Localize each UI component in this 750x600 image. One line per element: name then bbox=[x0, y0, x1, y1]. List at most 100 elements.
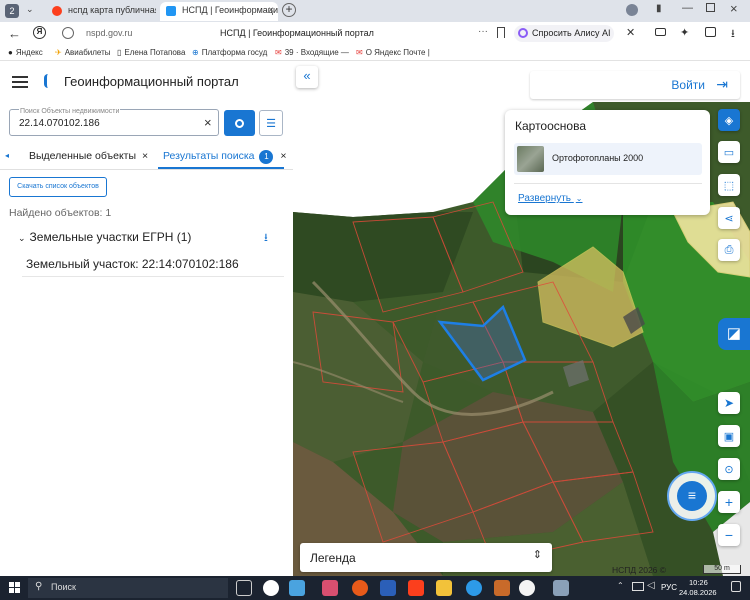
extensions-icon[interactable] bbox=[655, 28, 666, 36]
zoom-in-button[interactable]: + bbox=[718, 491, 740, 513]
bookmark-aviabilety[interactable]: ✈ Авиабилеты bbox=[55, 48, 111, 57]
app-c-icon[interactable] bbox=[263, 580, 279, 596]
assistant-icon: ◪ bbox=[726, 325, 742, 342]
bookmark-inbox[interactable]: ✉ 39 · Входящие — bbox=[275, 48, 349, 57]
clear-search-icon[interactable]: × bbox=[204, 115, 212, 130]
print-button[interactable]: ⎙ bbox=[718, 239, 740, 261]
profile-icon[interactable] bbox=[626, 4, 638, 16]
bookmark-elena[interactable]: ▯ Елена Потапова bbox=[117, 48, 185, 57]
nspd-favicon-icon bbox=[166, 6, 176, 16]
download-list-button[interactable]: Скачать список объектов bbox=[9, 177, 107, 197]
yandex-mail-icon: ✉ bbox=[356, 48, 363, 57]
login-button[interactable]: Войти ⇥ bbox=[530, 71, 740, 99]
expand-label: Развернуть bbox=[518, 193, 572, 204]
tab-count-badge[interactable]: 2 bbox=[5, 4, 19, 18]
save-icon[interactable] bbox=[705, 27, 716, 37]
assistant-tab-button[interactable]: ◪ bbox=[718, 318, 750, 350]
tab-nspd-portal[interactable]: НСПД | Геоинформацио × bbox=[160, 2, 278, 21]
select-area-icon: ⬚ bbox=[723, 179, 735, 192]
volume-icon[interactable]: ◁ bbox=[647, 580, 655, 591]
maximize-icon[interactable] bbox=[706, 3, 715, 12]
share-button[interactable]: ⋖ bbox=[718, 207, 740, 229]
zoom-out-button[interactable]: − bbox=[718, 524, 740, 546]
puzzle-icon[interactable]: ✦ bbox=[680, 26, 689, 39]
pin-button[interactable]: ⊙ bbox=[718, 458, 740, 480]
ruler-button[interactable]: ▭ bbox=[718, 141, 740, 163]
bookmark-label: Платформа госуд bbox=[201, 48, 268, 57]
taskbar-search[interactable]: ⚲ Поиск bbox=[28, 578, 228, 598]
layers-select-button[interactable]: ◈ bbox=[718, 109, 740, 131]
more-dots-icon[interactable]: ··· bbox=[478, 26, 488, 37]
bookmark-platforma[interactable]: ⊕ Платформа госуд bbox=[192, 48, 267, 57]
close-tab-icon[interactable]: × bbox=[142, 150, 148, 162]
map-view[interactable]: « Войти ⇥ Картооснова Ортофотопланы 2000… bbox=[293, 62, 750, 576]
bookmark-label: Яндекс bbox=[15, 48, 43, 57]
minimize-icon[interactable]: — bbox=[682, 2, 693, 14]
search-input[interactable]: 22.14.070102.186 bbox=[19, 118, 100, 129]
close-tab-icon[interactable]: × bbox=[280, 150, 286, 162]
bookmarks-bar: ● Яндекс ✈ Авиабилеты ▯ Елена Потапова ⊕ Пла… bbox=[0, 46, 750, 61]
select-area-button[interactable]: ⬚ bbox=[718, 174, 740, 196]
word-icon[interactable] bbox=[380, 580, 396, 596]
media-player-icon[interactable] bbox=[352, 580, 368, 596]
chevron-down-icon: ⌄ bbox=[18, 233, 26, 243]
close-tab-icon[interactable]: × bbox=[268, 5, 274, 16]
clock-time[interactable]: 10:26 bbox=[689, 578, 708, 587]
start-icon[interactable] bbox=[9, 582, 20, 593]
language-indicator[interactable]: РУС bbox=[661, 583, 677, 592]
app-palette-icon[interactable] bbox=[322, 580, 338, 596]
app-paint-icon[interactable] bbox=[494, 580, 510, 596]
close-window-icon[interactable]: × bbox=[730, 1, 738, 16]
expand-arrows-icon: ⇕ bbox=[532, 549, 542, 561]
map-attribution: НСПД 2026 © bbox=[612, 565, 667, 575]
address-text[interactable]: nspd.gov.ru bbox=[86, 28, 132, 38]
menu-icon[interactable] bbox=[12, 76, 28, 88]
network-icon[interactable] bbox=[632, 582, 644, 591]
group-download-icon[interactable]: ⭳ bbox=[264, 229, 268, 248]
tray-arrow-icon[interactable]: ⌃ bbox=[617, 581, 624, 590]
app-grid-icon[interactable] bbox=[289, 580, 305, 596]
locate-button[interactable]: ➤ bbox=[718, 392, 740, 414]
tab-search-results[interactable]: Результаты поиска 1 × bbox=[163, 150, 287, 164]
back-arrow-icon[interactable]: ← bbox=[8, 26, 21, 41]
bookmark-flag-icon[interactable]: ▮ bbox=[656, 3, 662, 14]
file-explorer-icon[interactable] bbox=[436, 580, 452, 596]
result-item[interactable]: Земельный участок: 22:14:070102:186 bbox=[22, 251, 284, 277]
zoom-out-icon: − bbox=[724, 527, 734, 543]
tools-icon[interactable]: ✕ bbox=[626, 26, 635, 39]
expand-link[interactable]: Развернуть ⌄ bbox=[518, 193, 583, 204]
yandex-logo-icon[interactable]: Я bbox=[33, 26, 46, 39]
task-view-icon[interactable] bbox=[236, 580, 252, 596]
alice-button[interactable]: Спросить Алису AI bbox=[514, 25, 614, 42]
filter-button[interactable]: ☰ bbox=[259, 110, 283, 136]
yandex-app-icon[interactable] bbox=[408, 580, 424, 596]
group-header[interactable]: ⌄ Земельные участки ЕГРН (1) bbox=[18, 230, 191, 244]
bookmark-yandex[interactable]: ● Яндекс bbox=[8, 48, 43, 57]
new-tab-button[interactable]: + bbox=[282, 3, 296, 17]
tab-selected-objects[interactable]: Выделенные объекты × bbox=[29, 150, 148, 162]
locate-arrow-icon: ➤ bbox=[723, 396, 735, 410]
notifications-icon[interactable] bbox=[731, 581, 741, 592]
tabs-dropdown-icon[interactable]: ⌄ bbox=[26, 4, 38, 18]
collapse-panel-button[interactable]: « bbox=[296, 66, 318, 88]
search-button[interactable] bbox=[224, 110, 255, 136]
taskbar-search-label: Поиск bbox=[51, 582, 76, 592]
bookmark-yandex-mail[interactable]: ✉ О Яндекс Почте | bbox=[356, 48, 430, 57]
bookmark-icon[interactable] bbox=[497, 27, 505, 38]
tab-nspd-search[interactable]: нспд карта публичная ка bbox=[46, 2, 156, 21]
chat-button[interactable]: ≡ bbox=[667, 471, 717, 521]
portal-logo-icon bbox=[44, 74, 56, 88]
taskbar-search-icon: ⚲ bbox=[35, 581, 43, 592]
yandex-icon: ● bbox=[8, 48, 13, 57]
basemap-layer-item[interactable]: Ортофотопланы 2000 bbox=[514, 143, 702, 175]
layer-toggle-button[interactable]: ▣ bbox=[718, 425, 740, 447]
legend-dropdown[interactable]: Легенда ⇕ bbox=[300, 543, 552, 572]
edge-icon[interactable] bbox=[466, 580, 482, 596]
yandex-browser-icon[interactable] bbox=[519, 580, 535, 596]
download-icon[interactable]: ⭳ bbox=[731, 25, 735, 44]
clock-date[interactable]: 24.08.2026 bbox=[679, 588, 717, 597]
print-icon: ⎙ bbox=[724, 243, 734, 256]
app-photos-icon[interactable] bbox=[553, 580, 569, 596]
tabs-left-arrow-icon[interactable]: ◂ bbox=[5, 151, 9, 160]
tab-label: Выделенные объекты bbox=[29, 150, 137, 162]
